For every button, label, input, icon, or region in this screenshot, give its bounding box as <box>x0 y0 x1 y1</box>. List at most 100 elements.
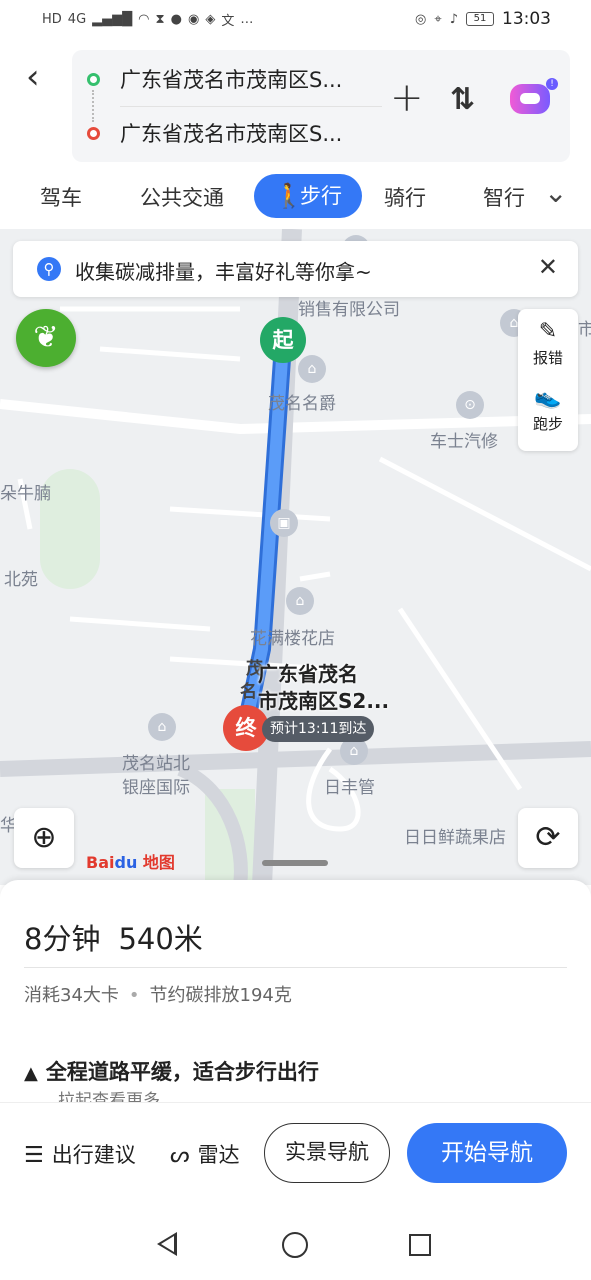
report-error-button[interactable]: ✎ 报错 <box>518 319 578 368</box>
carbon-banner[interactable]: ⚲ 收集碳减排量，丰富好礼等你拿~ ✕ <box>13 241 578 297</box>
start-dot-icon <box>87 73 100 86</box>
route-summary: 8分钟 540米 <box>24 916 203 958</box>
walk-icon: 🚶 <box>274 182 304 210</box>
refresh-icon[interactable]: ⟳ <box>518 808 578 868</box>
route-tip: ▲ 全程道路平缓，适合步行出行 <box>24 1056 319 1086</box>
travel-suggest-button[interactable]: ☰ 出行建议 <box>24 1139 136 1169</box>
nav-recent-icon[interactable] <box>409 1234 431 1256</box>
map-label-riri: 日日鲜蔬果店 <box>404 828 506 848</box>
map-label-rifeng: 日丰管 <box>324 778 375 798</box>
end-location-field[interactable]: 广东省茂名市茂南区S... <box>120 118 342 148</box>
run-button[interactable]: 👟 跑步 <box>518 385 578 434</box>
map-view[interactable]: 销售有限公司 茂名名爵 车士汽修 朵牛腩 北苑 花满楼花店 茂名站北 银座国际 … <box>0 229 591 885</box>
ar-navigation-button[interactable]: 实景导航 <box>264 1123 390 1183</box>
action-bar: ☰ 出行建议 ᔕ 雷达 实景导航 开始导航 <box>0 1102 591 1198</box>
status-left-icons: HD 4G ▂▄▆█ ◠ ⧗ ● ◉ ◈ 文 … <box>42 10 253 29</box>
route-tip-sub: 拉起查看更多 <box>58 1091 160 1102</box>
more-icon: … <box>240 12 254 27</box>
tab-smart[interactable]: 智行 <box>483 182 525 212</box>
qq-icon: ● <box>170 12 182 27</box>
route-tip-text: 全程道路平缓，适合步行出行 <box>45 1060 319 1084</box>
banner-text: 收集碳减排量，丰富好礼等你拿~ <box>75 260 372 284</box>
tab-bike[interactable]: 骑行 <box>384 182 426 212</box>
slope-icon: ▲ <box>24 1063 38 1084</box>
add-waypoint-icon[interactable]: + <box>390 78 424 118</box>
nav-back-icon[interactable] <box>157 1232 177 1256</box>
calories: 消耗34大卡 <box>24 985 119 1006</box>
end-dot-icon <box>87 127 100 140</box>
map-label-station-north: 茂名站北 <box>122 754 190 774</box>
status-bar: HD 4G ▂▄▆█ ◠ ⧗ ● ◉ ◈ 文 … ◎ ⌖ ♪ 51 13:03 <box>0 0 591 40</box>
shop-icon-2: ⌂ <box>286 587 314 615</box>
tab-drive[interactable]: 驾车 <box>40 182 82 212</box>
wifi-icon: ◠ <box>138 12 150 27</box>
map-side-tools: ✎ 报错 👟 跑步 <box>518 309 578 451</box>
tab-walk-label: 步行 <box>300 184 342 208</box>
sheet-handle[interactable] <box>262 860 328 866</box>
route-connector <box>92 90 94 122</box>
eye-icon: ◎ <box>415 11 427 27</box>
start-navigation-button[interactable]: 开始导航 <box>407 1123 567 1183</box>
map-label-niunan: 朵牛腩 <box>0 484 51 504</box>
route-stats: 消耗34大卡 • 节约碳排放194克 <box>24 981 292 1007</box>
logo-text: Bai <box>86 853 115 872</box>
report-error-label: 报错 <box>532 349 563 367</box>
status-right-icons: ◎ ⌖ ♪ 51 13:03 <box>415 9 551 29</box>
map-label-beiyuan: 北苑 <box>4 570 38 590</box>
map-label-mingjue: 茂名名爵 <box>268 394 336 414</box>
battery-icon: 51 <box>466 12 494 26</box>
nav-home-icon[interactable] <box>282 1232 308 1258</box>
assistant-icon[interactable] <box>510 84 550 114</box>
map-label-chesi: 车士汽修 <box>430 432 498 452</box>
run-label: 跑步 <box>532 415 563 433</box>
close-icon[interactable]: ✕ <box>538 253 558 281</box>
eta-badge: 预计13:11到达 <box>262 716 375 742</box>
swap-route-icon[interactable]: ⇅ <box>450 82 475 117</box>
map-label-huaman: 花满楼花店 <box>250 629 335 649</box>
signal-icon: ▂▄▆█ <box>92 12 133 27</box>
radar-label: 雷达 <box>197 1143 240 1167</box>
start-pin[interactable]: 起 <box>260 317 306 363</box>
locate-icon[interactable]: ⊕ <box>14 808 74 868</box>
route-summary-sheet[interactable]: 8分钟 540米 消耗34大卡 • 节约碳排放194克 ▲ 全程道路平缓，适合步行出行 … <box>0 860 591 1102</box>
back-icon[interactable]: ‹ <box>26 60 56 98</box>
travel-suggest-label: 出行建议 <box>51 1143 136 1167</box>
walk-badge-icon: ⚲ <box>37 257 61 281</box>
destination-label: 广东省茂名 市茂南区S2... <box>258 661 389 715</box>
list-icon: ☰ <box>24 1143 44 1168</box>
leaf-icon[interactable]: ❦ <box>16 309 76 367</box>
start-location-field[interactable]: 广东省茂名市茂南区S... <box>120 64 342 94</box>
system-nav-bar <box>0 1198 591 1280</box>
car-icon: ⊙ <box>456 391 484 419</box>
network-icon: 4G <box>67 12 87 27</box>
tab-transit[interactable]: 公共交通 <box>140 182 224 212</box>
chevron-down-icon[interactable]: ⌄ <box>544 176 567 209</box>
shoe-icon: 👟 <box>534 385 562 410</box>
route-divider <box>120 106 382 107</box>
destination-label-line2: 市茂南区S2... <box>258 689 390 713</box>
logo-suffix: 地图 <box>142 853 175 872</box>
travel-mode-tabs: 驾车 公共交通 🚶 步行 骑行 智行 ⌄ <box>0 174 591 220</box>
paw-icon: du <box>114 853 138 872</box>
clock: 13:03 <box>502 9 551 29</box>
hourglass-icon: ⧗ <box>155 12 165 27</box>
location-icon: ⌖ <box>434 11 442 27</box>
route-header: ‹ 广东省茂名市茂南区S... 广东省茂名市茂南区S... + ⇅ ! 驾车 公… <box>0 40 591 230</box>
radar-button[interactable]: ᔕ 雷达 <box>170 1139 240 1169</box>
duration: 8分钟 <box>24 922 101 956</box>
bulb-icon: ◈ <box>205 12 216 27</box>
baidu-logo: Baidu 地图 <box>86 849 175 873</box>
edit-icon: ✎ <box>538 319 558 344</box>
destination-label-line1: 广东省茂名 <box>258 662 358 686</box>
divider <box>24 967 567 968</box>
hd-icon: HD <box>42 12 62 27</box>
app-icon: ◉ <box>187 12 200 27</box>
shop-icon-3: ⌂ <box>148 713 176 741</box>
tab-walk[interactable]: 🚶 步行 <box>254 174 362 218</box>
map-label-road-ming: 名 <box>240 682 257 702</box>
bullet: • <box>128 985 140 1006</box>
map-label-sales: 销售有限公司 <box>298 300 400 320</box>
bus-stop-icon: ▣ <box>270 509 298 537</box>
map-label-yinzuo: 银座国际 <box>122 778 190 798</box>
assistant-badge: ! <box>546 78 558 90</box>
